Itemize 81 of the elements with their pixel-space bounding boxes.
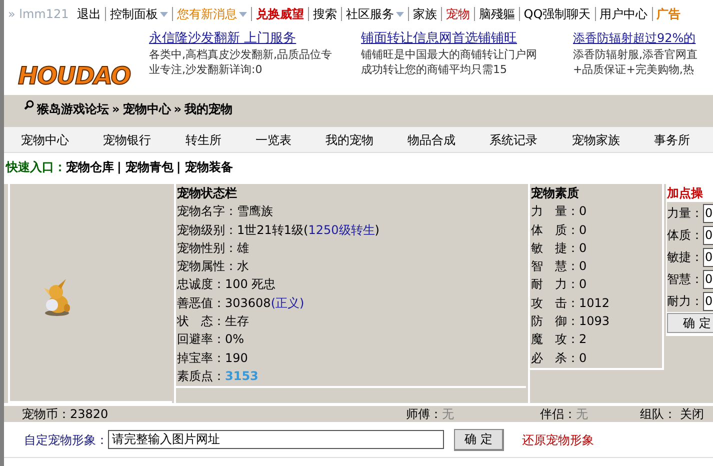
status-row-text: 状 态：生存 (177, 313, 250, 330)
status-row-text: 回避率：0% (177, 331, 246, 348)
panel-title: 加点操 (667, 185, 704, 202)
status-row-text: 宠物属性：水 (177, 258, 250, 276)
nav-tab[interactable]: 系统记录 (486, 130, 542, 148)
ad-text: 添香防辐射服,添香官网直 (573, 47, 698, 62)
nav-link[interactable]: 家族 (408, 5, 441, 23)
link-separator: | (117, 159, 122, 176)
ad-text: +品质保证+完美购物,热 (573, 62, 695, 77)
breadcrumb-separator: » (112, 101, 120, 118)
reset-image-link[interactable]: 还原宠物形象 (522, 430, 594, 448)
quick-link[interactable]: 宠物装备 (184, 158, 233, 176)
stat-row-text: 智 慧：0 (531, 258, 588, 276)
quick-entry-label: 快速入口： (6, 159, 66, 176)
nav-tab[interactable]: 宠物家族 (568, 130, 624, 148)
status-row-text: 宠物名字：雪鹰族 (177, 203, 274, 220)
nav-link[interactable]: 退出 (72, 5, 105, 23)
ad-text: 各类中,高档真皮沙发翻新,品质品位专 (149, 47, 333, 62)
breadcrumb-link[interactable]: 宠物中心 (122, 100, 171, 118)
breadcrumb-link[interactable]: 我的宠物 (184, 100, 233, 118)
points-input[interactable]: 0 (703, 248, 713, 266)
status-row-text: 忠诚度：100 死忠 (177, 276, 277, 294)
nav-link[interactable]: 社区服务 (342, 5, 408, 23)
stat-row-text: 攻 击：1012 (531, 294, 611, 312)
nav-tab[interactable]: 我的宠物 (321, 130, 378, 148)
nav-link[interactable]: 控制面板 (106, 5, 172, 23)
field-label: 自定宠物形象： (24, 432, 108, 448)
stat-row-text: 魔 攻：2 (531, 331, 588, 348)
ad-text: 业专注,沙发翻新详询:0 (149, 62, 264, 77)
stat-row-text: 防 御：1093 (531, 313, 611, 330)
status-row-text: 掉宝率：190 (177, 350, 249, 367)
status-row-text: 善恶值：303608(正义) (177, 294, 306, 312)
nav-tab[interactable]: 宠物中心 (17, 130, 74, 148)
nav-tab[interactable]: 转生所 (181, 130, 226, 148)
ad-link[interactable]: 添香防辐射超过92%的 (573, 30, 698, 47)
search-icon (24, 100, 34, 110)
ad-text: 成功转让您的商铺平均只需15 (361, 62, 508, 77)
nav-tab[interactable]: 事务所 (650, 130, 694, 148)
field-label: 力量： (667, 205, 703, 222)
field-label: 体质： (667, 227, 703, 244)
link-separator: | (176, 159, 181, 176)
points-input[interactable]: 0 (703, 226, 713, 244)
field-label: 智慧： (667, 271, 703, 288)
nav-link[interactable]: 脑殘軀 (474, 5, 519, 23)
info-item: 宠物币：23820 (21, 406, 110, 423)
status-row-text: 宠物级别：1世21转1级(1250级转生) (177, 222, 380, 239)
status-row-text: 素质点：3153 (177, 368, 260, 385)
stat-row-text: 体 质：0 (531, 222, 588, 239)
panel-title: 宠物素质 (531, 185, 580, 202)
confirm-button[interactable]: 确 定 (454, 428, 504, 450)
stat-row-text: 耐 力：0 (531, 276, 588, 294)
stat-row-text: 力 量：0 (531, 203, 588, 220)
nav-tab[interactable]: 一览表 (251, 130, 296, 148)
nav-link[interactable]: 兑换威望 (252, 5, 308, 23)
quick-link[interactable]: 宠物仓库 (66, 158, 114, 176)
info-item: 伴侣：无 (539, 406, 589, 423)
info-item: 师傅：无 (405, 406, 455, 423)
nav-tab[interactable]: 物品合成 (404, 130, 460, 148)
nav-link[interactable]: QQ强制聊天 (520, 5, 595, 23)
panel-title: 宠物状态栏 (177, 185, 238, 202)
nav-link[interactable]: 用户中心 (596, 5, 652, 23)
nav-tab[interactable]: 宠物银行 (99, 130, 156, 148)
points-input[interactable]: 0 (703, 270, 713, 288)
ad-link[interactable]: 铺面转让信息网首选铺铺旺 (361, 30, 567, 47)
field-label: 敏捷： (667, 249, 703, 266)
quick-link[interactable]: 宠物青包 (125, 158, 174, 176)
breadcrumb-separator: » (174, 101, 182, 118)
ad-link[interactable]: 永信隆沙发翻新 上门服务 (149, 30, 355, 47)
nav-link[interactable]: 搜索 (308, 5, 341, 23)
confirm-button[interactable]: 确 定 (667, 313, 713, 333)
breadcrumb-link[interactable]: 猴岛游戏论坛 (37, 100, 109, 118)
nav-link[interactable]: 宠物 (442, 5, 474, 23)
stat-row-text: 敏 捷：0 (531, 240, 588, 257)
image-url-input[interactable]: 请完整输入图片网址 (108, 430, 444, 449)
status-row-text: 宠物性别：雄 (177, 240, 250, 257)
stat-row-text: 必 杀：0 (531, 350, 588, 367)
points-input[interactable]: 0 (703, 204, 713, 222)
points-input[interactable]: 0 (703, 292, 713, 310)
ad-text: 铺铺旺是中国最大的商铺转让门户网 (361, 47, 538, 62)
info-item: 组队： 关闭 (639, 406, 705, 423)
field-label: 耐力： (667, 293, 703, 310)
